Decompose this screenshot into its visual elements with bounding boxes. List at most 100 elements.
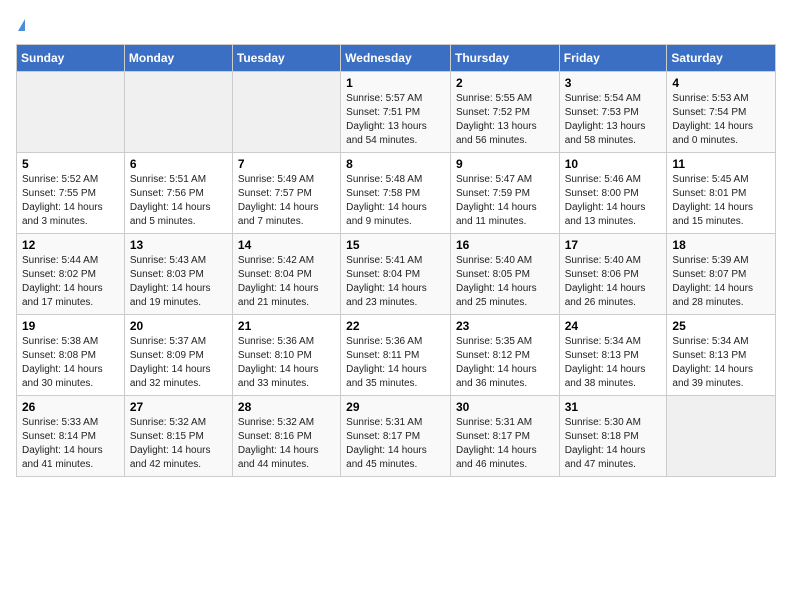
day-info: Sunrise: 5:40 AMSunset: 8:06 PMDaylight:…: [565, 254, 662, 310]
calendar-cell: 22Sunrise: 5:36 AMSunset: 8:11 PMDayligh…: [341, 315, 451, 396]
calendar-cell: 23 Sunrise: 5:35 AMSunset: 8:12 PMDayligh…: [450, 315, 559, 396]
calendar-cell: [124, 72, 232, 153]
day-number: 3: [565, 76, 662, 90]
calendar-cell: 12 Sunrise: 5:44 AMSunset: 8:02 PMDayligh…: [17, 234, 125, 315]
calendar-cell: 21 Sunrise: 5:36 AMSunset: 8:10 PMDayligh…: [232, 315, 340, 396]
calendar-cell: 30 Sunrise: 5:31 AMSunset: 8:17 PMDayligh…: [450, 396, 559, 477]
day-number: 28: [238, 400, 335, 414]
day-info: Sunrise: 5:54 AMSunset: 7:53 PMDaylight:…: [565, 92, 662, 148]
calendar-cell: 1 Sunrise: 5:57 AMSunset: 7:51 PMDaylight…: [341, 72, 451, 153]
day-number: 1: [346, 76, 445, 90]
day-number: 27: [130, 400, 227, 414]
day-number: 6: [130, 157, 227, 171]
day-info: Sunrise: 5:47 AMSunset: 7:59 PMDaylight:…: [456, 173, 554, 229]
day-number: 13: [130, 238, 227, 252]
day-number: 25: [672, 319, 770, 333]
day-number: 30: [456, 400, 554, 414]
day-number: 26: [22, 400, 119, 414]
weekday-header-sunday: Sunday: [17, 45, 125, 72]
calendar-cell: 15Sunrise: 5:41 AMSunset: 8:04 PMDayligh…: [341, 234, 451, 315]
weekday-header-thursday: Thursday: [450, 45, 559, 72]
day-number: 8: [346, 157, 445, 171]
calendar-cell: 24Sunrise: 5:34 AMSunset: 8:13 PMDayligh…: [559, 315, 667, 396]
weekday-header-monday: Monday: [124, 45, 232, 72]
logo-line1: [16, 16, 25, 36]
day-info: Sunrise: 5:42 AMSunset: 8:04 PMDaylight:…: [238, 254, 335, 310]
calendar-week-row: 5Sunrise: 5:52 AMSunset: 7:55 PMDaylight…: [17, 153, 776, 234]
calendar-cell: 26 Sunrise: 5:33 AMSunset: 8:14 PMDayligh…: [17, 396, 125, 477]
day-info: Sunrise: 5:40 AMSunset: 8:05 PMDaylight:…: [456, 254, 554, 310]
calendar-cell: 3 Sunrise: 5:54 AMSunset: 7:53 PMDaylight…: [559, 72, 667, 153]
calendar-week-row: 1 Sunrise: 5:57 AMSunset: 7:51 PMDaylight…: [17, 72, 776, 153]
weekday-header-row: SundayMondayTuesdayWednesdayThursdayFrid…: [17, 45, 776, 72]
day-info: Sunrise: 5:37 AMSunset: 8:09 PMDaylight:…: [130, 335, 227, 391]
day-number: 20: [130, 319, 227, 333]
calendar-table: SundayMondayTuesdayWednesdayThursdayFrid…: [16, 44, 776, 477]
calendar-cell: 7 Sunrise: 5:49 AMSunset: 7:57 PMDaylight…: [232, 153, 340, 234]
day-info: Sunrise: 5:52 AMSunset: 7:55 PMDaylight:…: [22, 173, 119, 229]
logo-icon: [18, 19, 25, 31]
day-number: 23: [456, 319, 554, 333]
weekday-header-wednesday: Wednesday: [341, 45, 451, 72]
calendar-cell: 27 Sunrise: 5:32 AMSunset: 8:15 PMDayligh…: [124, 396, 232, 477]
calendar-cell: 11 Sunrise: 5:45 AMSunset: 8:01 PMDayligh…: [667, 153, 776, 234]
day-info: Sunrise: 5:31 AMSunset: 8:17 PMDaylight:…: [456, 416, 554, 472]
page-header: [16, 16, 776, 36]
calendar-cell: 20 Sunrise: 5:37 AMSunset: 8:09 PMDayligh…: [124, 315, 232, 396]
calendar-cell: 17 Sunrise: 5:40 AMSunset: 8:06 PMDayligh…: [559, 234, 667, 315]
day-info: Sunrise: 5:51 AMSunset: 7:56 PMDaylight:…: [130, 173, 227, 229]
calendar-cell: 18Sunrise: 5:39 AMSunset: 8:07 PMDayligh…: [667, 234, 776, 315]
calendar-cell: 5Sunrise: 5:52 AMSunset: 7:55 PMDaylight…: [17, 153, 125, 234]
day-info: Sunrise: 5:32 AMSunset: 8:16 PMDaylight:…: [238, 416, 335, 472]
day-info: Sunrise: 5:36 AMSunset: 8:11 PMDaylight:…: [346, 335, 445, 391]
calendar-cell: 31 Sunrise: 5:30 AMSunset: 8:18 PMDayligh…: [559, 396, 667, 477]
day-info: Sunrise: 5:35 AMSunset: 8:12 PMDaylight:…: [456, 335, 554, 391]
day-info: Sunrise: 5:44 AMSunset: 8:02 PMDaylight:…: [22, 254, 119, 310]
day-info: Sunrise: 5:57 AMSunset: 7:51 PMDaylight:…: [346, 92, 445, 148]
calendar-cell: 9 Sunrise: 5:47 AMSunset: 7:59 PMDaylight…: [450, 153, 559, 234]
calendar-cell: [17, 72, 125, 153]
day-number: 31: [565, 400, 662, 414]
day-number: 2: [456, 76, 554, 90]
day-info: Sunrise: 5:48 AMSunset: 7:58 PMDaylight:…: [346, 173, 445, 229]
calendar-cell: 19Sunrise: 5:38 AMSunset: 8:08 PMDayligh…: [17, 315, 125, 396]
calendar-cell: 29Sunrise: 5:31 AMSunset: 8:17 PMDayligh…: [341, 396, 451, 477]
day-info: Sunrise: 5:31 AMSunset: 8:17 PMDaylight:…: [346, 416, 445, 472]
day-number: 15: [346, 238, 445, 252]
day-number: 21: [238, 319, 335, 333]
calendar-cell: 8 Sunrise: 5:48 AMSunset: 7:58 PMDaylight…: [341, 153, 451, 234]
weekday-header-tuesday: Tuesday: [232, 45, 340, 72]
day-info: Sunrise: 5:49 AMSunset: 7:57 PMDaylight:…: [238, 173, 335, 229]
calendar-cell: 10 Sunrise: 5:46 AMSunset: 8:00 PMDayligh…: [559, 153, 667, 234]
calendar-week-row: 19Sunrise: 5:38 AMSunset: 8:08 PMDayligh…: [17, 315, 776, 396]
day-info: Sunrise: 5:53 AMSunset: 7:54 PMDaylight:…: [672, 92, 770, 148]
day-number: 9: [456, 157, 554, 171]
day-number: 19: [22, 319, 119, 333]
weekday-header-friday: Friday: [559, 45, 667, 72]
day-info: Sunrise: 5:32 AMSunset: 8:15 PMDaylight:…: [130, 416, 227, 472]
day-info: Sunrise: 5:30 AMSunset: 8:18 PMDaylight:…: [565, 416, 662, 472]
day-info: Sunrise: 5:46 AMSunset: 8:00 PMDaylight:…: [565, 173, 662, 229]
calendar-cell: 6 Sunrise: 5:51 AMSunset: 7:56 PMDaylight…: [124, 153, 232, 234]
day-info: Sunrise: 5:39 AMSunset: 8:07 PMDaylight:…: [672, 254, 770, 310]
calendar-cell: [667, 396, 776, 477]
calendar-cell: [232, 72, 340, 153]
day-number: 4: [672, 76, 770, 90]
day-number: 11: [672, 157, 770, 171]
calendar-cell: 2 Sunrise: 5:55 AMSunset: 7:52 PMDaylight…: [450, 72, 559, 153]
calendar-cell: 16Sunrise: 5:40 AMSunset: 8:05 PMDayligh…: [450, 234, 559, 315]
day-info: Sunrise: 5:33 AMSunset: 8:14 PMDaylight:…: [22, 416, 119, 472]
calendar-cell: 25Sunrise: 5:34 AMSunset: 8:13 PMDayligh…: [667, 315, 776, 396]
day-number: 17: [565, 238, 662, 252]
day-number: 12: [22, 238, 119, 252]
calendar-week-row: 12 Sunrise: 5:44 AMSunset: 8:02 PMDayligh…: [17, 234, 776, 315]
weekday-header-saturday: Saturday: [667, 45, 776, 72]
day-info: Sunrise: 5:45 AMSunset: 8:01 PMDaylight:…: [672, 173, 770, 229]
calendar-cell: 4 Sunrise: 5:53 AMSunset: 7:54 PMDaylight…: [667, 72, 776, 153]
day-number: 7: [238, 157, 335, 171]
calendar-cell: 14Sunrise: 5:42 AMSunset: 8:04 PMDayligh…: [232, 234, 340, 315]
day-info: Sunrise: 5:55 AMSunset: 7:52 PMDaylight:…: [456, 92, 554, 148]
day-info: Sunrise: 5:36 AMSunset: 8:10 PMDaylight:…: [238, 335, 335, 391]
calendar-week-row: 26 Sunrise: 5:33 AMSunset: 8:14 PMDayligh…: [17, 396, 776, 477]
day-number: 10: [565, 157, 662, 171]
